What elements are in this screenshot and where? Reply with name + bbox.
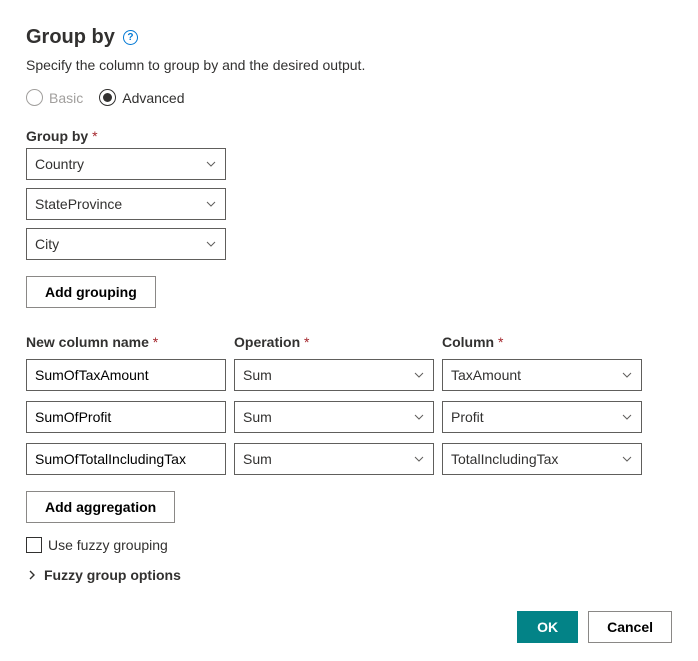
groupby-list: Country StateProvince City — [26, 148, 672, 260]
use-fuzzy-grouping-checkbox[interactable]: Use fuzzy grouping — [26, 537, 672, 553]
dropdown-value: Country — [35, 156, 84, 172]
aggregation-row: Sum TaxAmount — [26, 359, 672, 391]
page-title: Group by — [26, 26, 115, 49]
dropdown-value: TaxAmount — [451, 367, 521, 383]
new-column-name-input[interactable] — [26, 359, 226, 391]
use-fuzzy-grouping-label: Use fuzzy grouping — [48, 537, 168, 553]
groupby-label: Group by — [26, 128, 672, 144]
cancel-button[interactable]: Cancel — [588, 611, 672, 643]
new-column-name-input[interactable] — [26, 443, 226, 475]
fuzzy-group-options-label: Fuzzy group options — [44, 567, 181, 583]
add-grouping-button[interactable]: Add grouping — [26, 276, 156, 308]
aggregation-row: Sum Profit — [26, 401, 672, 433]
radio-dot-icon — [103, 93, 112, 102]
groupby-dropdown[interactable]: Country — [26, 148, 226, 180]
radio-advanced[interactable]: Advanced — [99, 89, 184, 106]
chevron-down-icon — [413, 453, 425, 465]
chevron-down-icon — [621, 411, 633, 423]
add-aggregation-button[interactable]: Add aggregation — [26, 491, 175, 523]
mode-radio-group: Basic Advanced — [26, 89, 672, 106]
chevron-down-icon — [413, 369, 425, 381]
page-subtitle: Specify the column to group by and the d… — [26, 57, 672, 73]
groupby-dropdown[interactable]: City — [26, 228, 226, 260]
chevron-right-icon — [26, 569, 38, 581]
chevron-down-icon — [621, 369, 633, 381]
chevron-down-icon — [205, 198, 217, 210]
chevron-down-icon — [205, 238, 217, 250]
aggregation-row: Sum TotalIncludingTax — [26, 443, 672, 475]
help-icon[interactable]: ? — [123, 30, 138, 45]
dropdown-value: Profit — [451, 409, 484, 425]
new-column-name-input[interactable] — [26, 401, 226, 433]
ok-button[interactable]: OK — [517, 611, 578, 643]
dropdown-value: City — [35, 236, 59, 252]
radio-basic-label: Basic — [49, 90, 83, 106]
operation-dropdown[interactable]: Sum — [234, 443, 434, 475]
checkbox-icon — [26, 537, 42, 553]
groupby-dropdown[interactable]: StateProvince — [26, 188, 226, 220]
chevron-down-icon — [413, 411, 425, 423]
chevron-down-icon — [621, 453, 633, 465]
dropdown-value: TotalIncludingTax — [451, 451, 558, 467]
dropdown-value: StateProvince — [35, 196, 122, 212]
column-dropdown[interactable]: TotalIncludingTax — [442, 443, 642, 475]
chevron-down-icon — [205, 158, 217, 170]
radio-basic[interactable]: Basic — [26, 89, 83, 106]
fuzzy-group-options-toggle[interactable]: Fuzzy group options — [26, 567, 672, 583]
operation-dropdown[interactable]: Sum — [234, 401, 434, 433]
dropdown-value: Sum — [243, 451, 272, 467]
new-column-name-label: New column name — [26, 334, 226, 350]
column-dropdown[interactable]: Profit — [442, 401, 642, 433]
column-dropdown[interactable]: TaxAmount — [442, 359, 642, 391]
dropdown-value: Sum — [243, 367, 272, 383]
radio-icon — [26, 89, 43, 106]
dropdown-value: Sum — [243, 409, 272, 425]
radio-icon — [99, 89, 116, 106]
operation-dropdown[interactable]: Sum — [234, 359, 434, 391]
operation-label: Operation — [234, 334, 434, 350]
column-label: Column — [442, 334, 642, 350]
radio-advanced-label: Advanced — [122, 90, 184, 106]
